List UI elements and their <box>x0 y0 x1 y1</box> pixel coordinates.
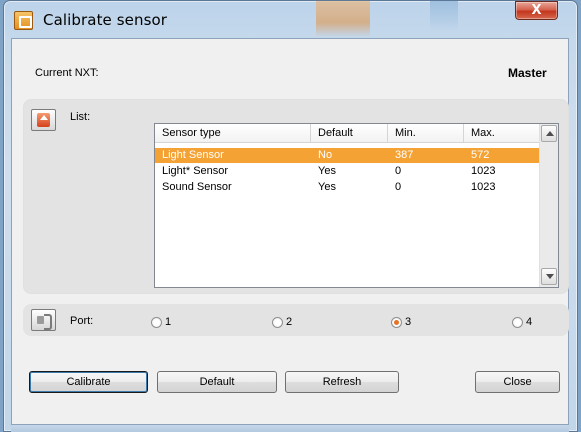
cell-sensor-type: Light* Sensor <box>162 165 229 177</box>
port-group-panel <box>23 304 569 336</box>
column-header-min[interactable]: Min. <box>388 124 464 143</box>
cell-min: 0 <box>395 181 402 193</box>
list-row[interactable]: Sound Sensor Yes 0 1023 <box>155 180 540 195</box>
port-radio-1[interactable]: 1 <box>151 315 171 329</box>
port-radio-2[interactable]: 2 <box>272 315 292 329</box>
list-vertical-scrollbar[interactable] <box>539 124 558 287</box>
port-plug-icon <box>31 309 56 331</box>
cell-default: No <box>318 149 333 161</box>
chevron-down-icon <box>546 274 554 279</box>
window-close-button[interactable]: X <box>515 1 558 20</box>
port-option-label: 1 <box>165 316 172 328</box>
cell-default: Yes <box>318 165 336 177</box>
cell-sensor-type: Light Sensor <box>162 149 224 161</box>
cell-min: 387 <box>395 149 414 161</box>
port-option-label: 2 <box>286 316 293 328</box>
default-button[interactable]: Default <box>157 371 277 393</box>
radio-button-icon <box>272 316 283 328</box>
cell-max: 1023 <box>471 181 496 193</box>
window-bottom-border <box>11 425 569 432</box>
current-nxt-label: Current NXT: <box>35 67 99 79</box>
window-title: Calibrate sensor <box>43 11 168 29</box>
cell-min: 0 <box>395 165 402 177</box>
titlebar-background-accent <box>316 1 370 37</box>
port-label: Port: <box>70 315 94 327</box>
port-radio-4[interactable]: 4 <box>512 315 532 329</box>
sensor-list-view[interactable]: Sensor type Default Min. Max. Light Sens… <box>154 123 559 288</box>
scroll-up-button[interactable] <box>541 125 557 142</box>
scroll-down-button[interactable] <box>541 268 557 285</box>
column-header-max[interactable]: Max. <box>464 124 540 143</box>
column-header-sensor-type[interactable]: Sensor type <box>155 124 311 143</box>
cell-sensor-type: Sound Sensor <box>162 181 232 193</box>
port-radio-3[interactable]: 3 <box>391 315 411 329</box>
cell-default: Yes <box>318 181 336 193</box>
upload-arrow-icon <box>31 109 56 131</box>
close-button[interactable]: Close <box>475 371 560 393</box>
list-row-selected[interactable]: Light Sensor No 387 572 <box>155 148 540 163</box>
list-header-row: Sensor type Default Min. Max. <box>155 124 540 143</box>
chevron-up-icon <box>546 131 554 136</box>
column-header-default[interactable]: Default <box>311 124 388 143</box>
titlebar-background-accent-2 <box>430 1 458 31</box>
refresh-button[interactable]: Refresh <box>285 371 399 393</box>
radio-button-selected-icon <box>391 316 402 328</box>
list-label: List: <box>70 111 91 123</box>
app-icon <box>14 11 33 30</box>
calibrate-button[interactable]: Calibrate <box>29 371 148 393</box>
port-option-label: 3 <box>405 316 412 328</box>
cell-max: 572 <box>471 149 490 161</box>
radio-button-icon <box>512 316 523 328</box>
port-option-label: 4 <box>526 316 533 328</box>
list-row[interactable]: Light* Sensor Yes 0 1023 <box>155 164 540 179</box>
current-nxt-value: Master <box>508 66 547 80</box>
cell-max: 1023 <box>471 165 496 177</box>
radio-button-icon <box>151 316 162 328</box>
